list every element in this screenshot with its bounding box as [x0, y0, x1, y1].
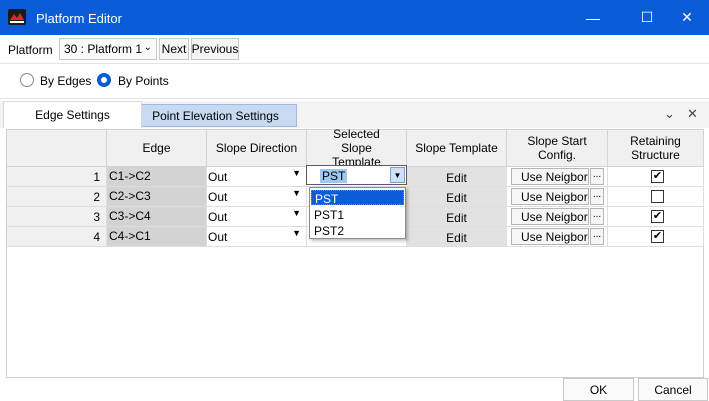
edge-cell: C2->C3 — [107, 187, 207, 207]
retaining-structure-checkbox[interactable]: ✔ — [651, 230, 664, 243]
selected-template-value: PST — [320, 169, 348, 183]
retaining-structure-checkbox[interactable] — [651, 190, 664, 203]
edit-template-button[interactable]: Edit — [407, 207, 507, 227]
use-neighbor-button[interactable]: Use Neigbor — [511, 168, 589, 185]
by-points-label[interactable]: By Points — [118, 74, 169, 88]
row-number: 4 — [7, 227, 107, 247]
slope-direction-value: Out — [208, 170, 228, 184]
title-bar: Platform Editor — ☐ ✕ — [0, 0, 709, 35]
dropdown-option-pst1[interactable]: PST1 — [311, 207, 404, 222]
tab-edge-settings[interactable]: Edge Settings — [3, 101, 142, 128]
retaining-structure-cell: ✔ — [608, 167, 704, 187]
slope-start-config-cell: Use Neigbor ... — [507, 227, 608, 247]
divider — [0, 63, 709, 64]
column-header-selected-slope-template[interactable]: Selected Slope Template — [307, 127, 407, 169]
platform-select[interactable]: 30 : Platform 1 ⌄ — [59, 38, 157, 60]
column-header-edge[interactable]: Edge — [107, 130, 207, 167]
use-neighbor-button[interactable]: Use Neigbor — [511, 228, 589, 245]
edge-cell: C3->C4 — [107, 207, 207, 227]
more-options-button[interactable]: ... — [590, 228, 604, 245]
use-neighbor-button[interactable]: Use Neigbor — [511, 188, 589, 205]
tab-label: Point Elevation Settings — [152, 108, 279, 123]
by-points-radio[interactable] — [97, 73, 111, 87]
slope-direction-select[interactable]: Out ▼ — [207, 187, 307, 207]
close-button[interactable]: ✕ — [664, 0, 709, 35]
next-button[interactable]: Next — [159, 38, 189, 60]
edit-template-button[interactable]: Edit — [407, 187, 507, 207]
tab-list-dropdown-icon[interactable]: ⌄ — [664, 106, 675, 122]
edit-template-button[interactable]: Edit — [407, 167, 507, 187]
more-options-button[interactable]: ... — [590, 208, 604, 225]
minimize-button[interactable]: — — [570, 0, 616, 35]
previous-button[interactable]: Previous — [191, 38, 239, 60]
selected-template-combo[interactable]: PST ▼ — [306, 165, 407, 185]
platform-select-value: 30 : Platform 1 — [64, 42, 143, 56]
column-header-slope-direction[interactable]: Slope Direction — [207, 130, 307, 167]
dropdown-arrow-icon[interactable]: ▼ — [390, 167, 405, 183]
chevron-down-icon: ⌄ — [143, 42, 152, 53]
retaining-structure-checkbox[interactable]: ✔ — [651, 170, 664, 183]
by-edges-radio[interactable] — [20, 73, 34, 87]
window-title: Platform Editor — [36, 11, 122, 26]
retaining-structure-checkbox[interactable]: ✔ — [651, 210, 664, 223]
column-header-slope-start-config[interactable]: Slope Start Config. — [507, 130, 608, 167]
tab-label: Edge Settings — [35, 108, 110, 122]
dropdown-arrow-icon: ▼ — [292, 228, 301, 238]
cancel-button[interactable]: Cancel — [638, 378, 708, 401]
template-dropdown-list: PST PST1 PST2 — [309, 187, 406, 239]
slope-direction-select[interactable]: Out ▼ — [207, 227, 307, 247]
edge-cell: C1->C2 — [107, 167, 207, 187]
slope-start-config-cell: Use Neigbor ... — [507, 187, 608, 207]
slope-direction-select[interactable]: Out ▼ — [207, 207, 307, 227]
divider — [0, 98, 709, 99]
row-number: 1 — [7, 167, 107, 187]
slope-direction-value: Out — [208, 190, 228, 204]
column-header-slope-template[interactable]: Slope Template — [407, 130, 507, 167]
corner-header — [7, 130, 107, 167]
use-neighbor-button[interactable]: Use Neigbor — [511, 208, 589, 225]
row-number: 2 — [7, 187, 107, 207]
dropdown-option-pst[interactable]: PST — [311, 190, 404, 206]
dropdown-option-pst2[interactable]: PST2 — [311, 223, 404, 238]
dropdown-arrow-icon: ▼ — [292, 188, 301, 198]
more-options-button[interactable]: ... — [590, 168, 604, 185]
retaining-structure-cell — [608, 187, 704, 207]
slope-direction-select[interactable]: Out ▼ — [207, 167, 307, 187]
row-number: 3 — [7, 207, 107, 227]
ok-button[interactable]: OK — [563, 378, 634, 401]
edge-cell: C4->C1 — [107, 227, 207, 247]
more-options-button[interactable]: ... — [590, 188, 604, 205]
platform-label: Platform — [8, 43, 53, 57]
dropdown-arrow-icon: ▼ — [292, 168, 301, 178]
column-header-retaining-structure[interactable]: Retaining Structure — [608, 130, 704, 167]
dropdown-arrow-icon: ▼ — [292, 208, 301, 218]
slope-start-config-cell: Use Neigbor ... — [507, 167, 608, 187]
slope-start-config-cell: Use Neigbor ... — [507, 207, 608, 227]
slope-direction-value: Out — [208, 230, 228, 244]
edit-template-button[interactable]: Edit — [407, 227, 507, 247]
tab-close-icon[interactable]: ✕ — [687, 106, 698, 122]
retaining-structure-cell: ✔ — [608, 207, 704, 227]
by-edges-label[interactable]: By Edges — [40, 74, 91, 88]
app-icon — [8, 9, 26, 25]
slope-direction-value: Out — [208, 210, 228, 224]
retaining-structure-cell: ✔ — [608, 227, 704, 247]
tab-point-elevation-settings[interactable]: Point Elevation Settings — [134, 104, 297, 127]
